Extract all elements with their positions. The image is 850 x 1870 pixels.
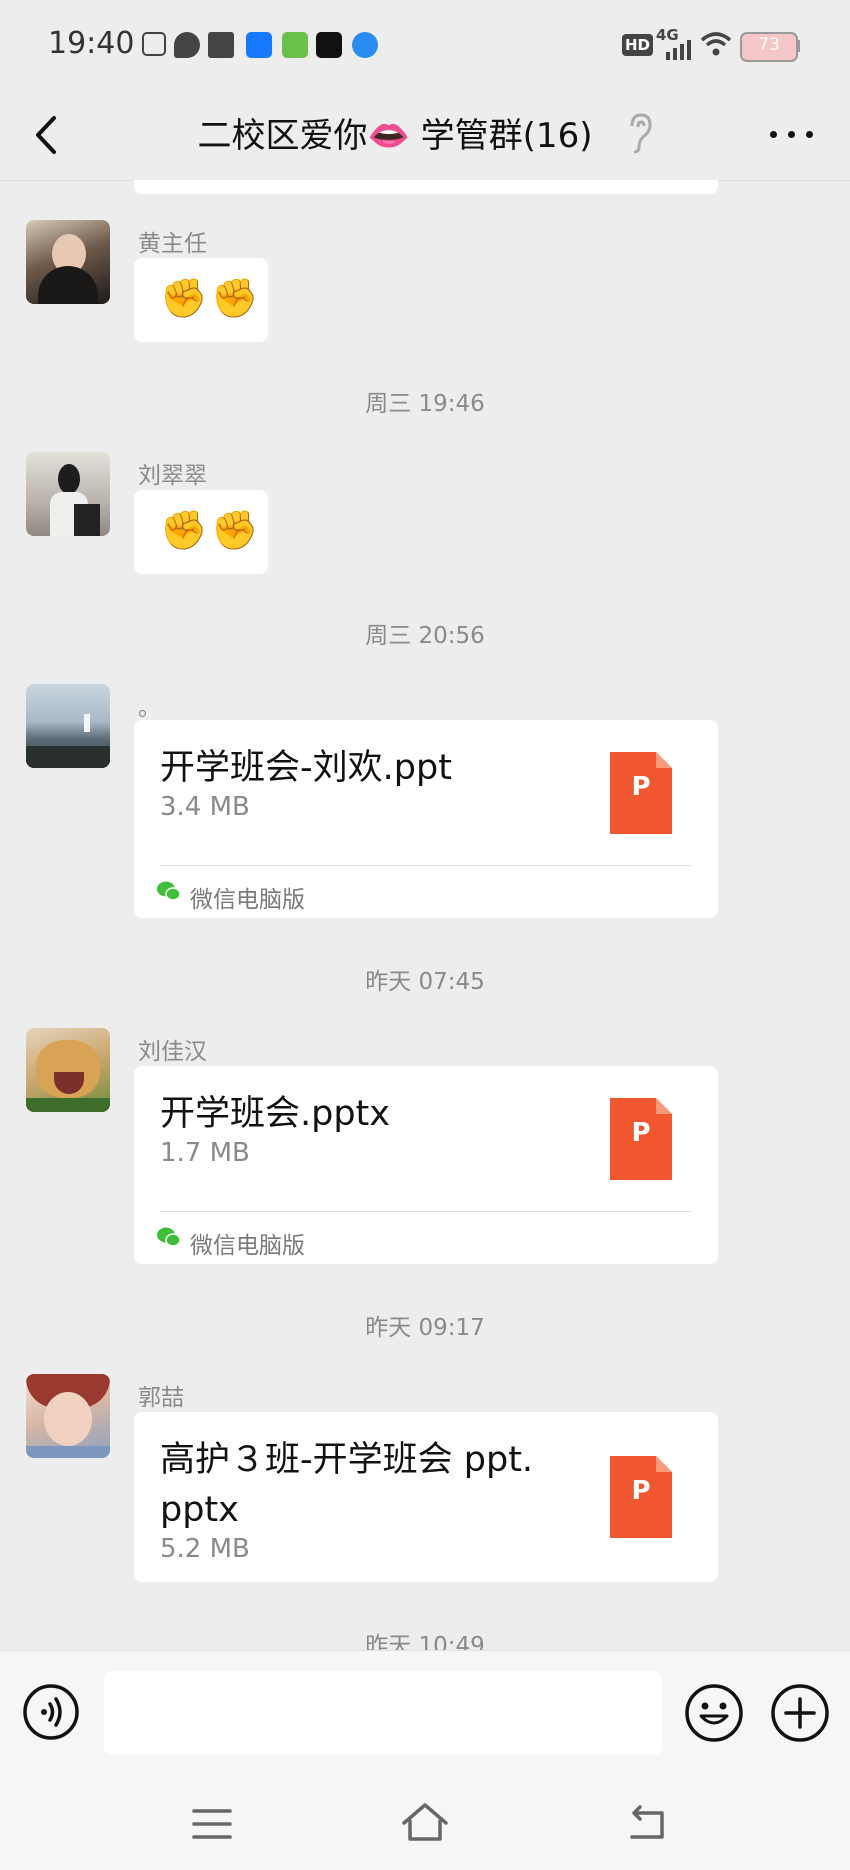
home-icon[interactable] [400,1801,450,1843]
signal-icon [666,40,691,60]
return-icon[interactable] [626,1803,670,1843]
emoji-icon[interactable] [684,1683,744,1743]
avatar[interactable] [26,1374,110,1458]
fist-emoji: ✊✊ [160,508,263,552]
file-source: 微信电脑版 [190,1233,305,1259]
sender-name: 黄主任 [138,231,207,257]
chat-header: 二校区爱你👄 学管群(16) [0,90,850,181]
ppt-file-letter: P [631,1476,651,1506]
scan-app-icon [142,32,166,56]
ear-icon [630,113,652,154]
message-app-icon [174,32,200,58]
sender-name: 刘佳汉 [138,1039,207,1065]
file-name-line-1: 高护３班-开学班会 ppt. [160,1440,534,1480]
status-time: 19:40 [48,26,135,61]
emoji-message-bubble[interactable]: ✊✊ [134,258,268,342]
plus-icon[interactable] [770,1683,830,1743]
avatar[interactable] [26,684,110,768]
tiktok-app-icon [316,32,342,58]
alipay-app-icon [246,32,272,58]
voice-icon[interactable] [22,1683,80,1741]
emoji-message-bubble[interactable]: ✊✊ [134,490,268,574]
chat-title: 二校区爱你👄 学管群(16) [197,116,593,156]
timestamp: 昨天 09:17 [365,1315,485,1341]
file-size: 3.4 MB [160,792,250,822]
status-bar: 19:40 HD 4G 73 [0,0,850,90]
wechat-icon [157,881,181,901]
ppt-file-letter: P [631,772,651,802]
k-app-icon [352,32,378,58]
file-message-bubble[interactable]: 高护３班-开学班会 ppt. pptx 5.2 MB P [134,1412,718,1582]
divider [160,1211,692,1212]
book-app-icon [208,32,234,58]
divider [160,865,692,866]
more-icon[interactable] [768,128,816,140]
system-nav-bar [0,1775,850,1870]
message-bubble-partial[interactable] [134,180,718,194]
game-app-icon [282,32,308,58]
file-size: 5.2 MB [160,1534,250,1564]
battery-level: 73 [758,35,780,55]
hd-badge: HD [622,34,654,56]
file-message-bubble[interactable]: 开学班会.pptx 1.7 MB P 微信电脑版 [134,1066,718,1264]
file-name: 开学班会-刘欢.ppt [160,748,452,788]
message-input[interactable] [104,1671,662,1755]
timestamp: 昨天 07:45 [365,969,485,995]
battery-icon: 73 [740,32,798,62]
sender-name: 。 [138,695,161,721]
battery-tip [796,40,800,52]
input-bar [0,1650,850,1776]
file-source: 微信电脑版 [190,887,305,913]
file-message-bubble[interactable]: 开学班会-刘欢.ppt 3.4 MB P 微信电脑版 [134,720,718,918]
timestamp: 周三 20:56 [365,623,485,649]
avatar[interactable] [26,220,110,304]
sender-name: 刘翠翠 [138,463,207,489]
file-name-line-2: pptx [160,1490,239,1530]
avatar[interactable] [26,1028,110,1112]
sender-name: 郭喆 [138,1385,184,1411]
wifi-icon [700,32,732,56]
fist-emoji: ✊✊ [160,276,263,320]
ppt-file-letter: P [631,1118,651,1148]
file-size: 1.7 MB [160,1138,250,1168]
file-name: 开学班会.pptx [160,1094,390,1134]
wechat-icon [157,1227,181,1247]
timestamp: 周三 19:46 [365,391,485,417]
menu-icon[interactable] [192,1807,232,1841]
avatar[interactable] [26,452,110,536]
